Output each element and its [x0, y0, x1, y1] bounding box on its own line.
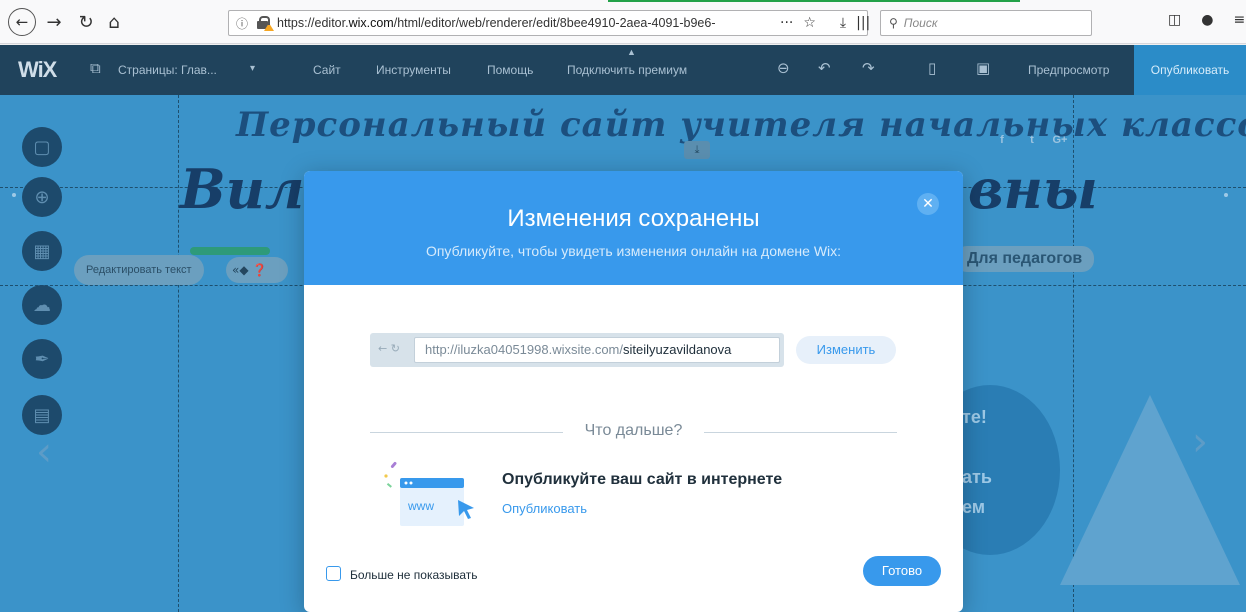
blog-pen-icon[interactable]: ✒: [22, 339, 62, 379]
whats-next-label: Что дальше?: [584, 422, 683, 439]
library-icon[interactable]: |||: [856, 15, 870, 31]
change-url-button[interactable]: Изменить: [796, 336, 896, 364]
decorative-triangle: [1060, 395, 1240, 585]
guide-line: [178, 95, 179, 612]
wix-editor-bar: WiX ⧉ Страницы: Глав... ▾ Сайт Инструмен…: [0, 45, 1246, 95]
undo-icon[interactable]: ↶: [818, 59, 831, 77]
back-icon[interactable]: ←: [8, 8, 36, 36]
pages-icon[interactable]: ⧉: [90, 59, 101, 77]
add-element-icon[interactable]: ⊕: [22, 177, 62, 217]
tab-accent-line: [608, 0, 1020, 2]
dialog-subtitle: Опубликуйте, чтобы увидеть изменения онл…: [425, 243, 842, 259]
confetti-shape: [384, 474, 388, 478]
background-tool-icon[interactable]: ▢: [22, 127, 62, 167]
canvas-text-fragment: те!: [962, 407, 987, 427]
divider: [704, 432, 897, 433]
canvas-text-fragment: ем: [962, 497, 986, 517]
mobile-view-icon[interactable]: ▯: [928, 59, 936, 77]
site-url-preview: ← ↻ http://iluzka04051998.wixsite.com/si…: [370, 333, 784, 367]
facebook-icon[interactable]: f: [993, 131, 1011, 149]
sidebar-icon[interactable]: ◫: [1168, 12, 1181, 28]
slider-prev-icon[interactable]: ‹: [36, 429, 52, 475]
www-label: www: [407, 499, 434, 513]
search-input[interactable]: ⚲ Поиск: [880, 10, 1092, 36]
dont-show-checkbox[interactable]: [326, 566, 341, 581]
menu-tools[interactable]: Инструменты: [376, 63, 451, 77]
address-text[interactable]: https://editor.wix.com/html/editor/web/r…: [277, 16, 867, 30]
bookmark-star-icon[interactable]: ☆: [803, 15, 816, 31]
resize-handle[interactable]: [12, 193, 16, 197]
menu-premium[interactable]: Подключить премиум: [567, 63, 687, 77]
divider: [370, 432, 563, 433]
menu-site[interactable]: Сайт: [313, 63, 341, 77]
download-icon[interactable]: ⤓: [840, 15, 846, 31]
publish-heading: Опубликуйте ваш сайт в интернете: [502, 471, 783, 488]
media-upload-icon[interactable]: ☁: [22, 285, 62, 325]
address-tools: ··· ☆ ⤓ |||: [780, 10, 870, 36]
menu-icon[interactable]: ≡: [1233, 12, 1245, 28]
edit-text-button[interactable]: Редактировать текст: [74, 255, 204, 285]
save-icon[interactable]: ▣: [976, 59, 990, 77]
browser-right-tools: ◫ ● ≡: [1168, 12, 1245, 28]
animation-help-icons[interactable]: «◆ ❓: [226, 257, 288, 283]
search-placeholder: Поиск: [903, 16, 938, 30]
site-name-right[interactable]: вны: [968, 157, 1098, 221]
site-url-field[interactable]: http://iluzka04051998.wixsite.com/siteil…: [414, 337, 780, 363]
saved-dialog: Изменения сохранены Опубликуйте, чтобы у…: [304, 171, 963, 612]
publish-illustration: www: [384, 461, 474, 526]
confetti-shape: [386, 482, 392, 488]
url-nav-icons: ← ↻: [378, 342, 400, 355]
publish-top-button[interactable]: Опубликовать: [1134, 45, 1246, 95]
wix-logo: WiX: [18, 57, 57, 82]
address-bar[interactable]: ⓘ https://editor.wix.com/html/editor/web…: [228, 10, 868, 36]
dialog-header: Изменения сохранены Опубликуйте, чтобы у…: [304, 171, 963, 285]
dont-show-label[interactable]: Больше не показывать: [350, 568, 478, 582]
twitter-icon[interactable]: t: [1023, 131, 1041, 149]
resize-handle[interactable]: [1224, 193, 1228, 197]
slider-next-icon[interactable]: ›: [1192, 419, 1208, 465]
menu-help[interactable]: Помощь: [487, 63, 533, 77]
lock-warning-icon[interactable]: [255, 16, 274, 31]
apps-icon[interactable]: ▦: [22, 231, 62, 271]
info-icon[interactable]: ⓘ: [229, 15, 255, 32]
preview-button[interactable]: Предпросмотр: [1028, 63, 1109, 77]
chevron-up-icon: ▲: [627, 47, 636, 57]
done-button[interactable]: Готово: [863, 556, 941, 586]
extension-icon[interactable]: ●: [1201, 12, 1213, 28]
publish-link[interactable]: Опубликовать: [502, 501, 587, 516]
confetti-shape: [390, 461, 397, 468]
google-plus-icon[interactable]: G+: [1051, 131, 1069, 149]
chevron-down-icon[interactable]: ▾: [250, 63, 255, 74]
redo-icon[interactable]: ↷: [862, 59, 875, 77]
nav-item-pedagog[interactable]: Для педагогов: [955, 246, 1095, 272]
download-chip-icon[interactable]: ⤓: [684, 141, 710, 159]
dialog-title: Изменения сохранены: [507, 205, 760, 232]
site-title[interactable]: Персональный сайт учителя начальных клас…: [236, 105, 1246, 145]
canvas-text-fragment: ать: [962, 467, 992, 487]
pages-dropdown[interactable]: Страницы: Глав...: [118, 63, 217, 77]
nav-pill: [190, 247, 270, 255]
home-icon[interactable]: ⌂: [100, 8, 128, 36]
search-icon: ⚲: [889, 16, 898, 30]
page-actions-icon[interactable]: ···: [780, 15, 793, 31]
close-icon[interactable]: ✕: [917, 193, 939, 215]
zoom-icon[interactable]: ⊖: [777, 59, 790, 77]
browser-toolbar: ← → ↻ ⌂ ⓘ https://editor.wix.com/html/ed…: [0, 0, 1246, 44]
forward-icon[interactable]: →: [40, 8, 68, 36]
reload-icon[interactable]: ↻: [72, 8, 100, 36]
